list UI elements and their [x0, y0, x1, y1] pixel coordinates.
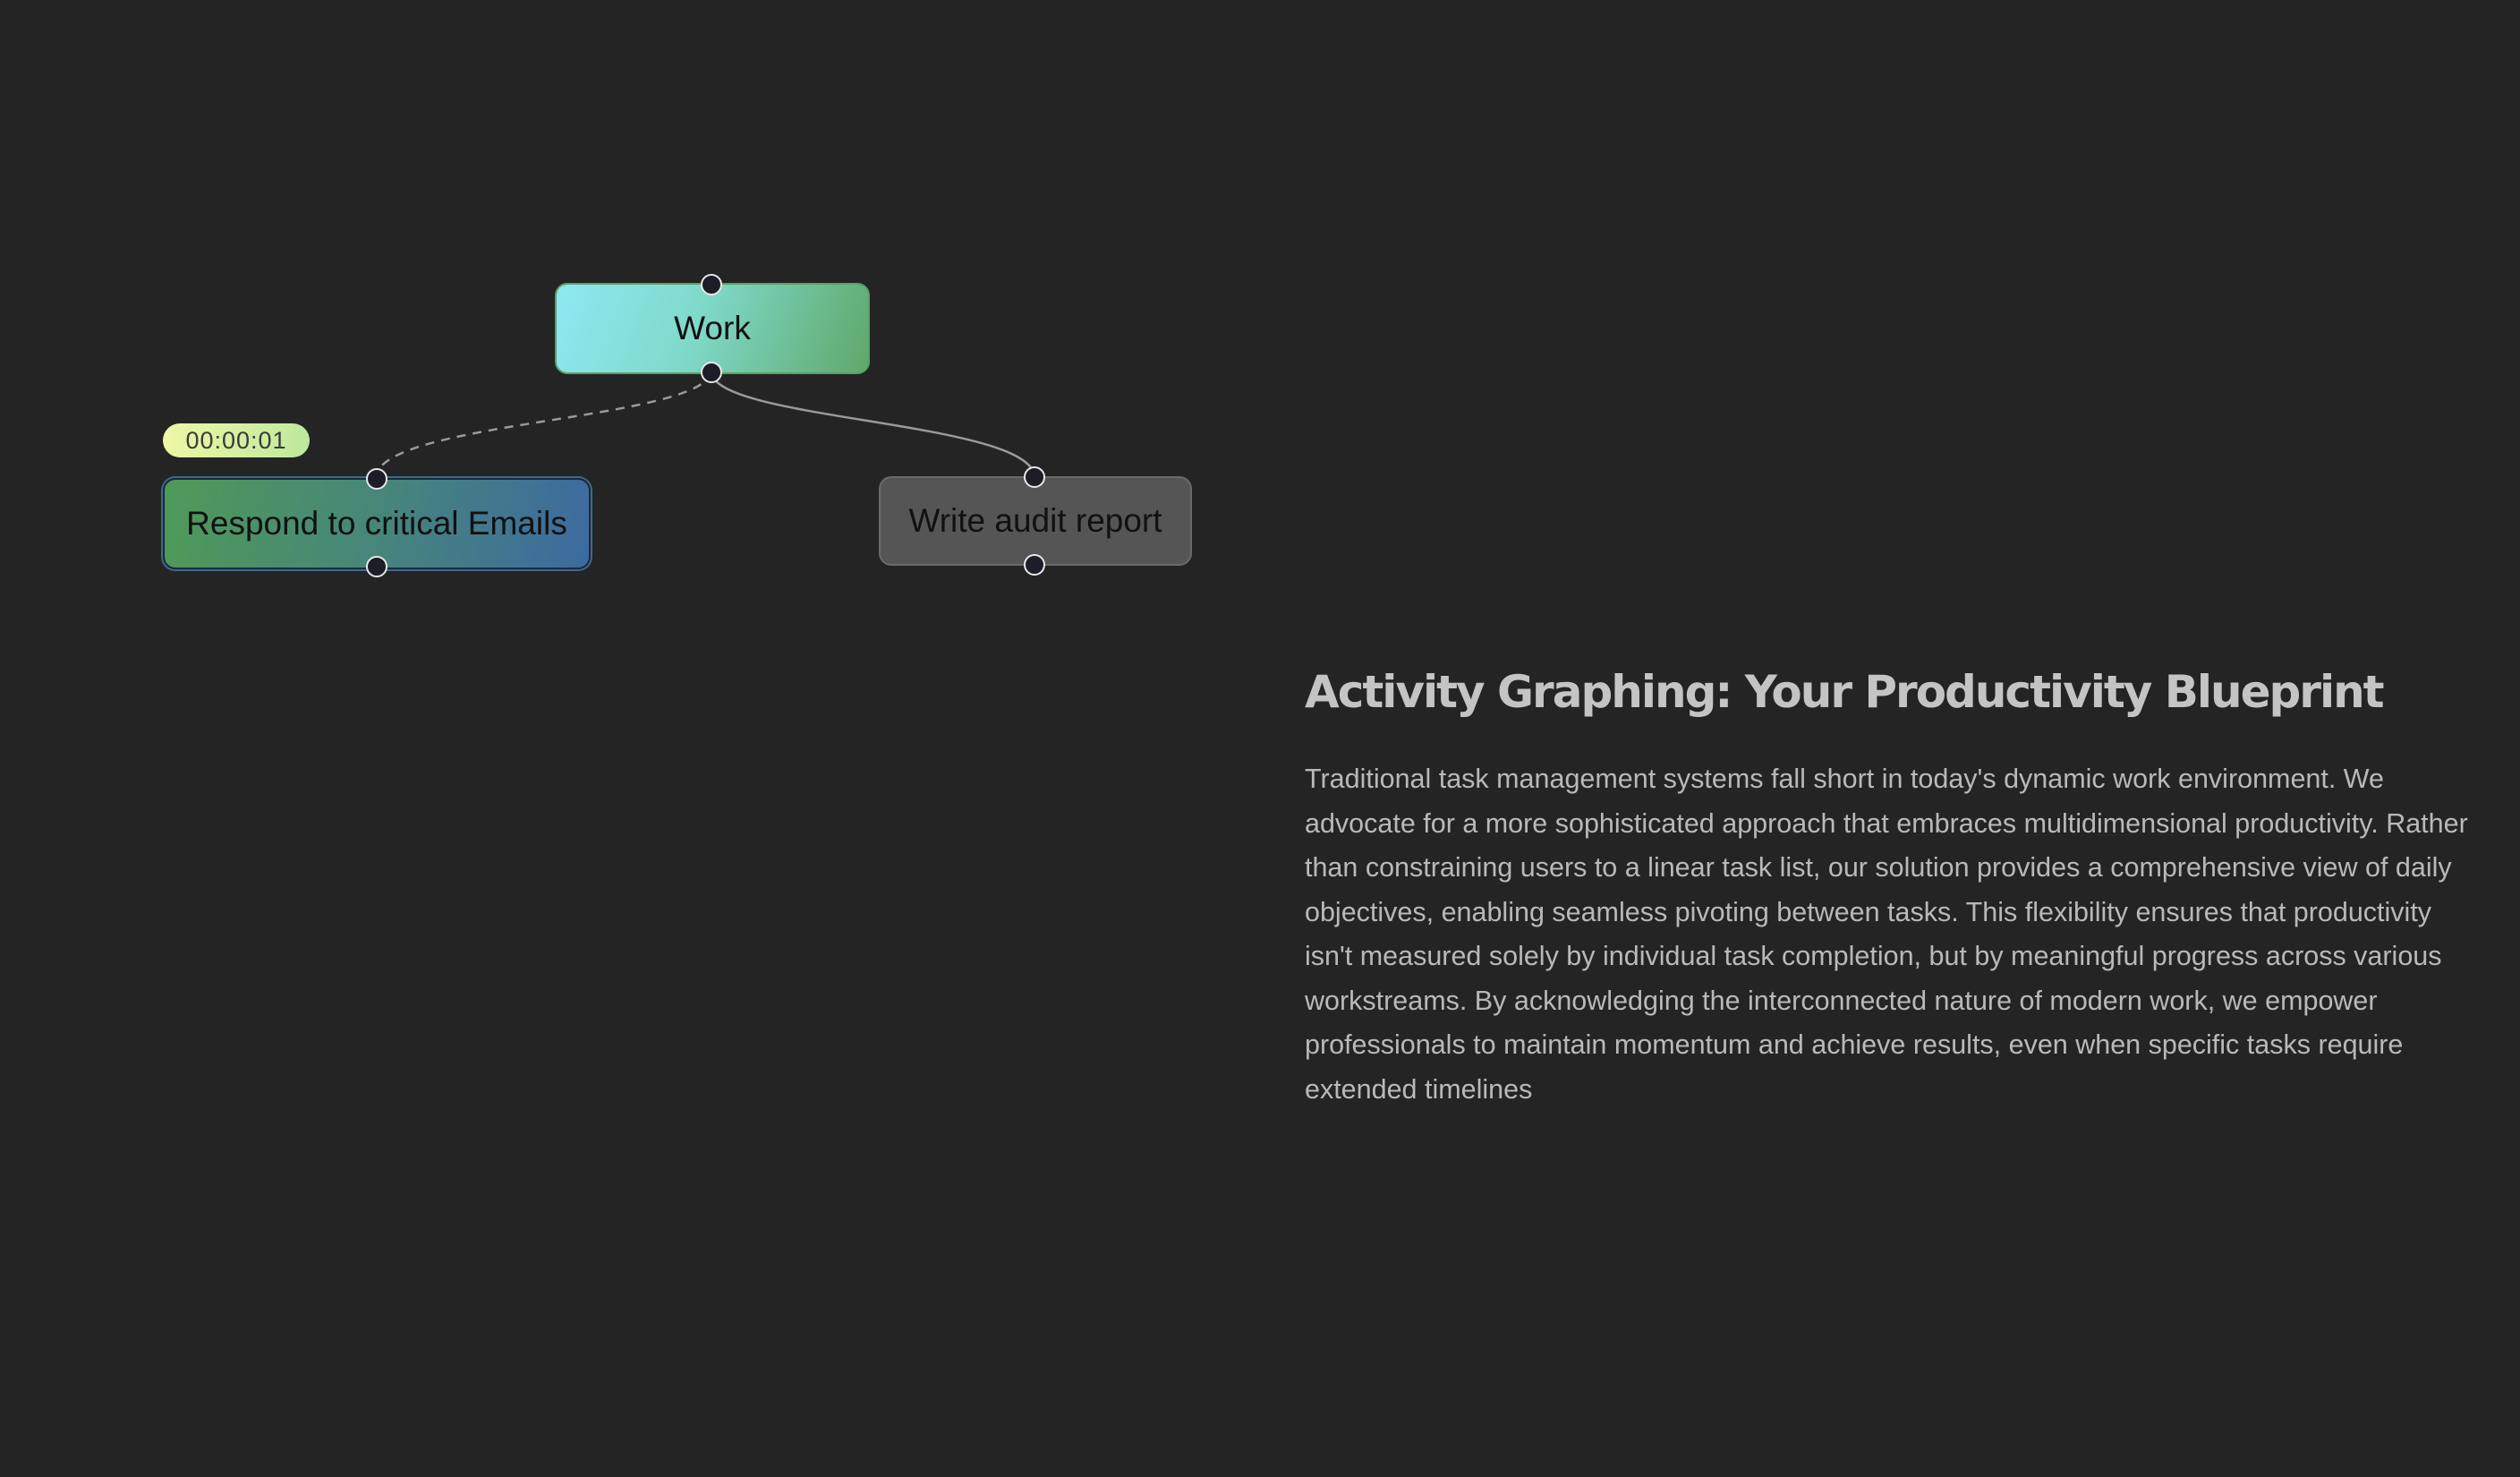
timer-value: 00:00:01 — [185, 426, 287, 454]
info-body: Traditional task management systems fall… — [1305, 764, 2468, 1105]
node-emails-top-handle[interactable] — [366, 468, 387, 490]
node-work-label: Work — [674, 310, 751, 346]
node-work[interactable]: Work — [555, 283, 870, 374]
info-panel: Activity Graphing: Your Productivity Blu… — [1305, 666, 2468, 1112]
edge-work-to-audit — [710, 371, 1036, 477]
node-work-top-handle[interactable] — [701, 274, 722, 295]
node-audit-label: Write audit report — [908, 502, 1162, 539]
node-emails-label: Respond to critical Emails — [186, 505, 567, 542]
info-title: Activity Graphing: Your Productivity Blu… — [1305, 666, 2385, 718]
activity-graph-canvas[interactable]: Work 00:00:01 Respond to critical Emails… — [0, 0, 1253, 645]
node-work-bottom-handle[interactable] — [701, 362, 722, 383]
node-write-audit-report[interactable]: Write audit report — [879, 476, 1192, 566]
node-audit-bottom-handle[interactable] — [1024, 554, 1045, 576]
timer-badge: 00:00:01 — [163, 423, 310, 457]
node-emails-bottom-handle[interactable] — [366, 556, 387, 577]
node-audit-top-handle[interactable] — [1024, 466, 1045, 488]
edge-work-to-emails — [374, 371, 713, 477]
